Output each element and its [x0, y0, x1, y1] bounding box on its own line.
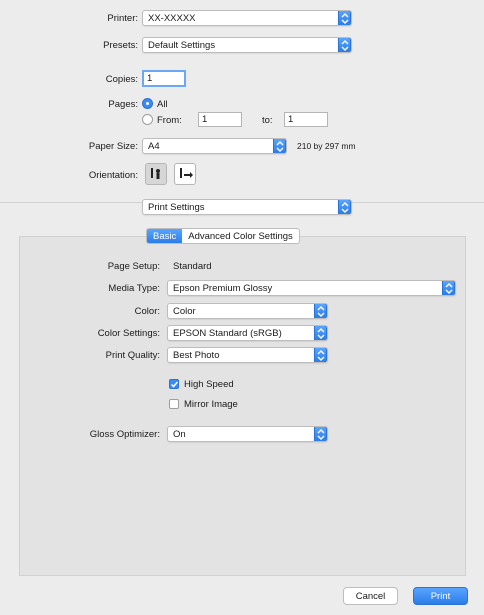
pages-to-field[interactable]: 1	[284, 112, 328, 127]
chevron-updown-icon	[314, 427, 327, 441]
color-settings-label: Color Settings:	[97, 328, 160, 339]
copies-label: Copies:	[105, 74, 138, 85]
color-label: Color:	[134, 306, 160, 317]
print-quality-label: Print Quality:	[105, 350, 160, 361]
high-speed-checkbox[interactable]	[169, 379, 179, 389]
gloss-optimizer-popup[interactable]: On	[167, 426, 328, 442]
page-setup-label: Page Setup:	[107, 261, 160, 272]
chevron-updown-icon	[314, 348, 327, 362]
presets-value: Default Settings	[148, 40, 216, 51]
pages-from-field[interactable]: 1	[198, 112, 242, 127]
presets-label: Presets:	[103, 40, 138, 51]
paper-size-popup[interactable]: A4	[142, 138, 287, 154]
pages-all-radio[interactable]	[142, 98, 153, 109]
color-settings-value: EPSON Standard (sRGB)	[173, 328, 282, 339]
printer-value: XX-XXXXX	[148, 13, 196, 24]
orientation-label: Orientation:	[88, 170, 138, 181]
chevron-updown-icon	[338, 38, 351, 52]
chevron-updown-icon	[338, 11, 351, 25]
pages-all-label: All	[157, 99, 168, 110]
paper-size-dimensions: 210 by 297 mm	[297, 141, 356, 151]
printer-popup[interactable]: XX-XXXXX	[142, 10, 352, 26]
portrait-icon	[151, 168, 160, 179]
section-popup-value: Print Settings	[148, 202, 205, 213]
tab-basic[interactable]: Basic	[147, 229, 183, 243]
mirror-image-label: Mirror Image	[184, 399, 238, 410]
media-type-label: Media Type:	[108, 283, 160, 294]
tab-advanced-color-settings[interactable]: Advanced Color Settings	[182, 229, 299, 243]
pages-label: Pages:	[108, 99, 138, 110]
presets-popup[interactable]: Default Settings	[142, 37, 352, 53]
pages-to-label: to:	[262, 115, 273, 126]
chevron-updown-icon	[338, 200, 351, 214]
checkmark-icon	[170, 381, 179, 388]
printer-label: Printer:	[107, 13, 138, 24]
paper-size-label: Paper Size:	[88, 141, 138, 152]
media-type-popup[interactable]: Epson Premium Glossy	[167, 280, 456, 296]
print-quality-value: Best Photo	[173, 350, 220, 361]
tab-bar: Basic Advanced Color Settings	[146, 228, 300, 244]
landscape-icon	[180, 168, 193, 178]
cancel-button[interactable]: Cancel	[343, 587, 398, 605]
chevron-updown-icon	[314, 304, 327, 318]
color-settings-popup[interactable]: EPSON Standard (sRGB)	[167, 325, 328, 341]
pages-from-label: From:	[157, 115, 182, 126]
gloss-optimizer-label: Gloss Optimizer:	[89, 429, 160, 440]
orientation-portrait-button[interactable]	[145, 163, 167, 185]
print-button[interactable]: Print	[413, 587, 468, 605]
gloss-optimizer-value: On	[173, 429, 186, 440]
paper-size-value: A4	[148, 141, 160, 152]
section-popup[interactable]: Print Settings	[142, 199, 352, 215]
chevron-updown-icon	[273, 139, 286, 153]
mirror-image-checkbox[interactable]	[169, 399, 179, 409]
page-setup-value: Standard	[173, 261, 212, 272]
orientation-landscape-button[interactable]	[174, 163, 196, 185]
chevron-updown-icon	[442, 281, 455, 295]
color-popup[interactable]: Color	[167, 303, 328, 319]
copies-field[interactable]: 1	[142, 70, 186, 87]
chevron-updown-icon	[314, 326, 327, 340]
print-quality-popup[interactable]: Best Photo	[167, 347, 328, 363]
high-speed-label: High Speed	[184, 379, 234, 390]
media-type-value: Epson Premium Glossy	[173, 283, 273, 294]
color-value: Color	[173, 306, 196, 317]
pages-from-radio[interactable]	[142, 114, 153, 125]
